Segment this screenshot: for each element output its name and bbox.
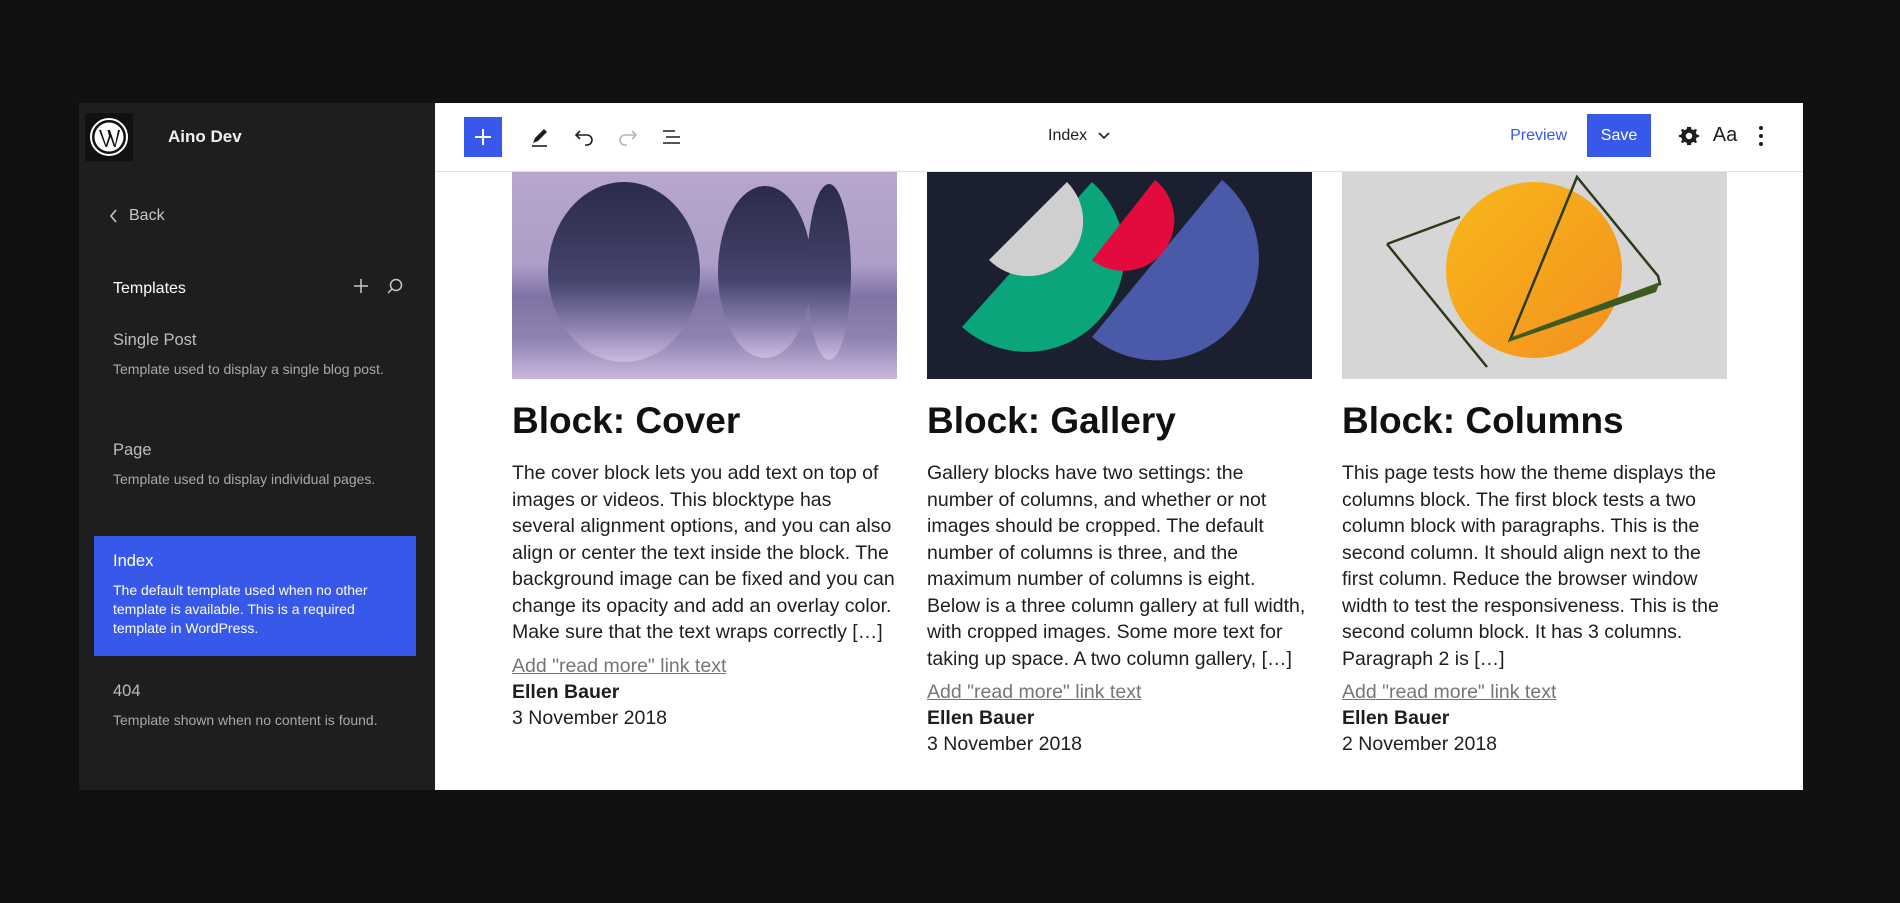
template-title: Index xyxy=(113,552,154,570)
post-author: Ellen Bauer xyxy=(512,680,620,703)
chevron-down-icon xyxy=(1098,132,1110,140)
templates-header: Templates xyxy=(113,276,405,301)
template-title: 404 xyxy=(113,682,141,700)
preview-button[interactable]: Preview xyxy=(1510,127,1567,145)
post-author: Ellen Bauer xyxy=(1342,707,1450,729)
template-title: Page xyxy=(113,441,152,459)
template-description: Template shown when no content is found. xyxy=(113,712,378,728)
more-options-button[interactable] xyxy=(1743,116,1779,156)
editor-toolbar: Index Preview Save Aa xyxy=(435,103,1803,172)
post-date: 3 November 2018 xyxy=(927,733,1083,755)
template-item-page[interactable]: Page Template used to display individual… xyxy=(94,441,416,489)
read-more-link[interactable]: Add "read more" link text xyxy=(1342,679,1727,705)
site-name: Aino Dev xyxy=(168,127,242,146)
post-date: 3 November 2018 xyxy=(512,706,668,729)
template-description: Template used to display a single blog p… xyxy=(113,361,384,377)
template-description: The default template used when no other … xyxy=(113,582,368,636)
search-templates-button[interactable] xyxy=(385,276,405,301)
read-more-link[interactable]: Add "read more" link text xyxy=(512,653,897,679)
post-card: Block: Columns This page tests how the t… xyxy=(1342,172,1727,757)
post-title[interactable]: Block: Cover xyxy=(512,398,897,444)
save-button[interactable]: Save xyxy=(1587,114,1651,157)
template-item-index[interactable]: Index The default template used when no … xyxy=(94,536,416,656)
list-view-icon xyxy=(663,130,680,144)
add-block-button[interactable] xyxy=(464,117,502,157)
post-author: Ellen Bauer xyxy=(927,707,1035,729)
post-excerpt: Gallery blocks have two settings: the nu… xyxy=(927,462,1306,670)
read-more-link[interactable]: Add "read more" link text xyxy=(927,679,1312,705)
post-card: Block: Cover The cover block lets you ad… xyxy=(512,172,897,757)
styles-button[interactable]: Aa xyxy=(1707,116,1743,156)
back-label: Back xyxy=(129,207,165,224)
post-excerpt: This page tests how the theme displays t… xyxy=(1342,462,1719,670)
template-title: Single Post xyxy=(113,331,197,349)
columns-featured-image[interactable] xyxy=(1342,172,1727,379)
plus-icon xyxy=(475,129,491,145)
document-title-dropdown[interactable]: Index xyxy=(1048,127,1111,145)
pencil-icon xyxy=(532,129,547,147)
undo-button[interactable] xyxy=(566,117,602,157)
query-loop: Block: Cover The cover block lets you ad… xyxy=(512,172,1727,757)
template-item-404[interactable]: 404 Template shown when no content is fo… xyxy=(94,682,416,730)
post-card: Block: Gallery Gallery blocks have two s… xyxy=(927,172,1312,757)
undo-icon xyxy=(574,130,593,146)
sidebar: Aino Dev Back Templates Single Post Temp… xyxy=(79,103,435,790)
document-title: Index xyxy=(1048,127,1088,144)
gear-icon xyxy=(1678,126,1700,145)
post-excerpt: The cover block lets you add text on top… xyxy=(512,462,895,643)
more-vertical-icon xyxy=(1759,125,1763,146)
cover-featured-image[interactable] xyxy=(512,172,897,379)
site-header: Aino Dev xyxy=(79,103,435,171)
post-title[interactable]: Block: Columns xyxy=(1342,398,1727,444)
editor-canvas: Index Preview Save Aa Block: Cover The c… xyxy=(435,103,1803,790)
settings-button[interactable] xyxy=(1671,116,1707,156)
templates-title: Templates xyxy=(113,279,186,297)
gallery-featured-image[interactable] xyxy=(927,172,1312,379)
list-view-button[interactable] xyxy=(654,117,690,157)
add-template-button[interactable] xyxy=(351,276,371,301)
back-button[interactable]: Back xyxy=(109,207,165,225)
template-item-single-post[interactable]: Single Post Template used to display a s… xyxy=(94,331,416,379)
plus-icon xyxy=(354,279,368,293)
chevron-left-icon xyxy=(109,209,117,223)
site-editor: Aino Dev Back Templates Single Post Temp… xyxy=(79,103,1803,790)
search-icon xyxy=(387,278,403,294)
template-description: Template used to display individual page… xyxy=(113,471,376,487)
redo-icon xyxy=(619,130,638,146)
wordpress-logo-icon[interactable] xyxy=(85,113,133,161)
redo-button[interactable] xyxy=(610,117,646,157)
post-date: 2 November 2018 xyxy=(1342,733,1498,755)
tools-button[interactable] xyxy=(522,117,558,157)
post-title[interactable]: Block: Gallery xyxy=(927,398,1312,444)
